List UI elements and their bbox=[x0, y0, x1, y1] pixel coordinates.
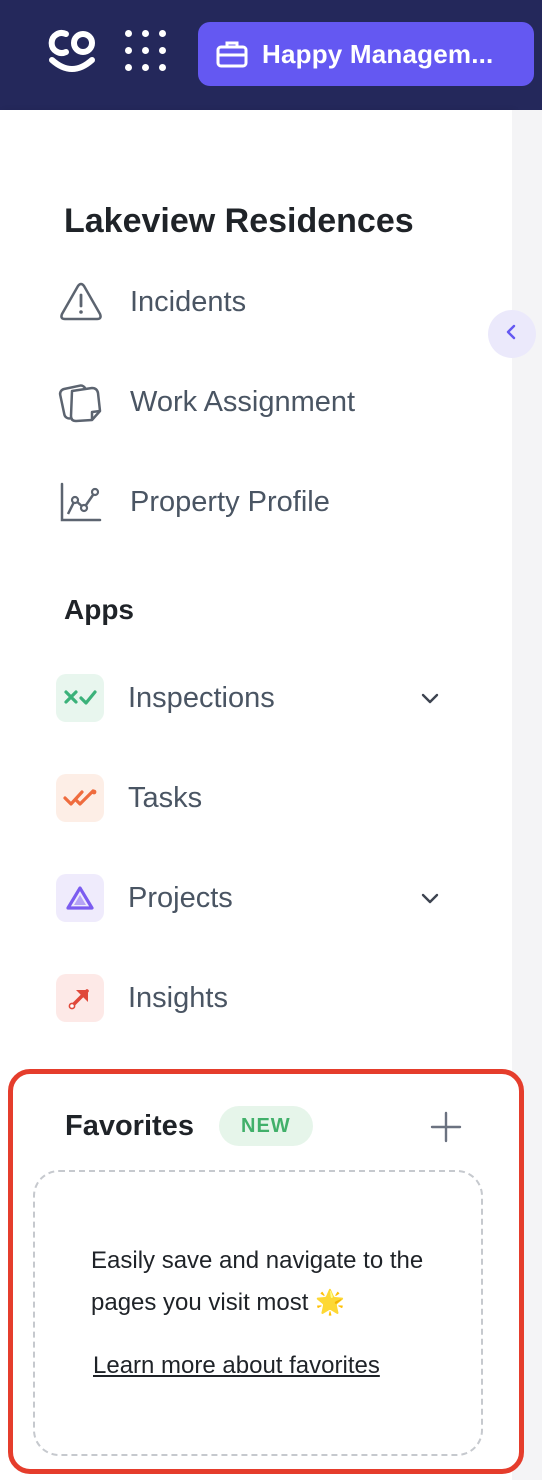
favorites-section: Favorites NEW Easily save and navigate t… bbox=[8, 1069, 524, 1474]
property-title: Lakeview Residences bbox=[64, 202, 414, 240]
nav-item-incidents[interactable]: Incidents bbox=[56, 272, 456, 332]
apps-grid-icon[interactable] bbox=[125, 30, 169, 74]
app-item-tasks[interactable]: Tasks bbox=[56, 768, 456, 828]
collapse-sidebar-button[interactable] bbox=[488, 310, 536, 358]
chevron-down-icon[interactable] bbox=[418, 686, 442, 710]
organization-name: Happy Managem... bbox=[262, 38, 494, 69]
plus-icon[interactable] bbox=[429, 1110, 463, 1144]
apps-heading: Apps bbox=[64, 594, 134, 625]
line-chart-icon bbox=[56, 477, 106, 527]
favorites-empty-state: Easily save and navigate to the pages yo… bbox=[33, 1170, 483, 1456]
nav-label: Work Assignment bbox=[130, 385, 356, 418]
favorites-title: Favorites bbox=[65, 1110, 194, 1142]
nav-label: Incidents bbox=[130, 285, 247, 318]
app-label: Insights bbox=[128, 981, 228, 1014]
nav-item-property-profile[interactable]: Property Profile bbox=[56, 472, 456, 532]
arrow-up-right-icon bbox=[56, 974, 104, 1022]
briefcase-icon bbox=[216, 40, 248, 68]
stacked-pages-icon bbox=[56, 377, 106, 427]
new-badge: NEW bbox=[219, 1106, 313, 1146]
check-x-icon bbox=[56, 674, 104, 722]
chevron-down-icon[interactable] bbox=[418, 886, 442, 910]
nav-item-work-assignment[interactable]: Work Assignment bbox=[56, 372, 456, 432]
app-item-inspections[interactable]: Inspections bbox=[56, 668, 456, 728]
app-label: Inspections bbox=[128, 681, 275, 714]
app-label: Tasks bbox=[128, 781, 203, 814]
organization-switcher[interactable]: Happy Managem... bbox=[198, 22, 534, 86]
nav-label: Property Profile bbox=[130, 485, 330, 518]
alert-triangle-icon bbox=[56, 277, 106, 327]
app-item-projects[interactable]: Projects bbox=[56, 868, 456, 928]
chevron-left-icon bbox=[503, 323, 521, 346]
app-label: Projects bbox=[128, 881, 233, 914]
learn-more-favorites-link[interactable]: Learn more about favorites bbox=[93, 1352, 380, 1380]
favorites-empty-message: Easily save and navigate to the pages yo… bbox=[91, 1247, 424, 1316]
top-bar: Happy Managem... bbox=[0, 0, 542, 110]
co-smile-logo-icon[interactable] bbox=[44, 26, 100, 76]
triangle-nodes-icon bbox=[56, 874, 104, 922]
app-item-insights[interactable]: Insights bbox=[56, 968, 456, 1028]
double-check-icon bbox=[56, 774, 104, 822]
